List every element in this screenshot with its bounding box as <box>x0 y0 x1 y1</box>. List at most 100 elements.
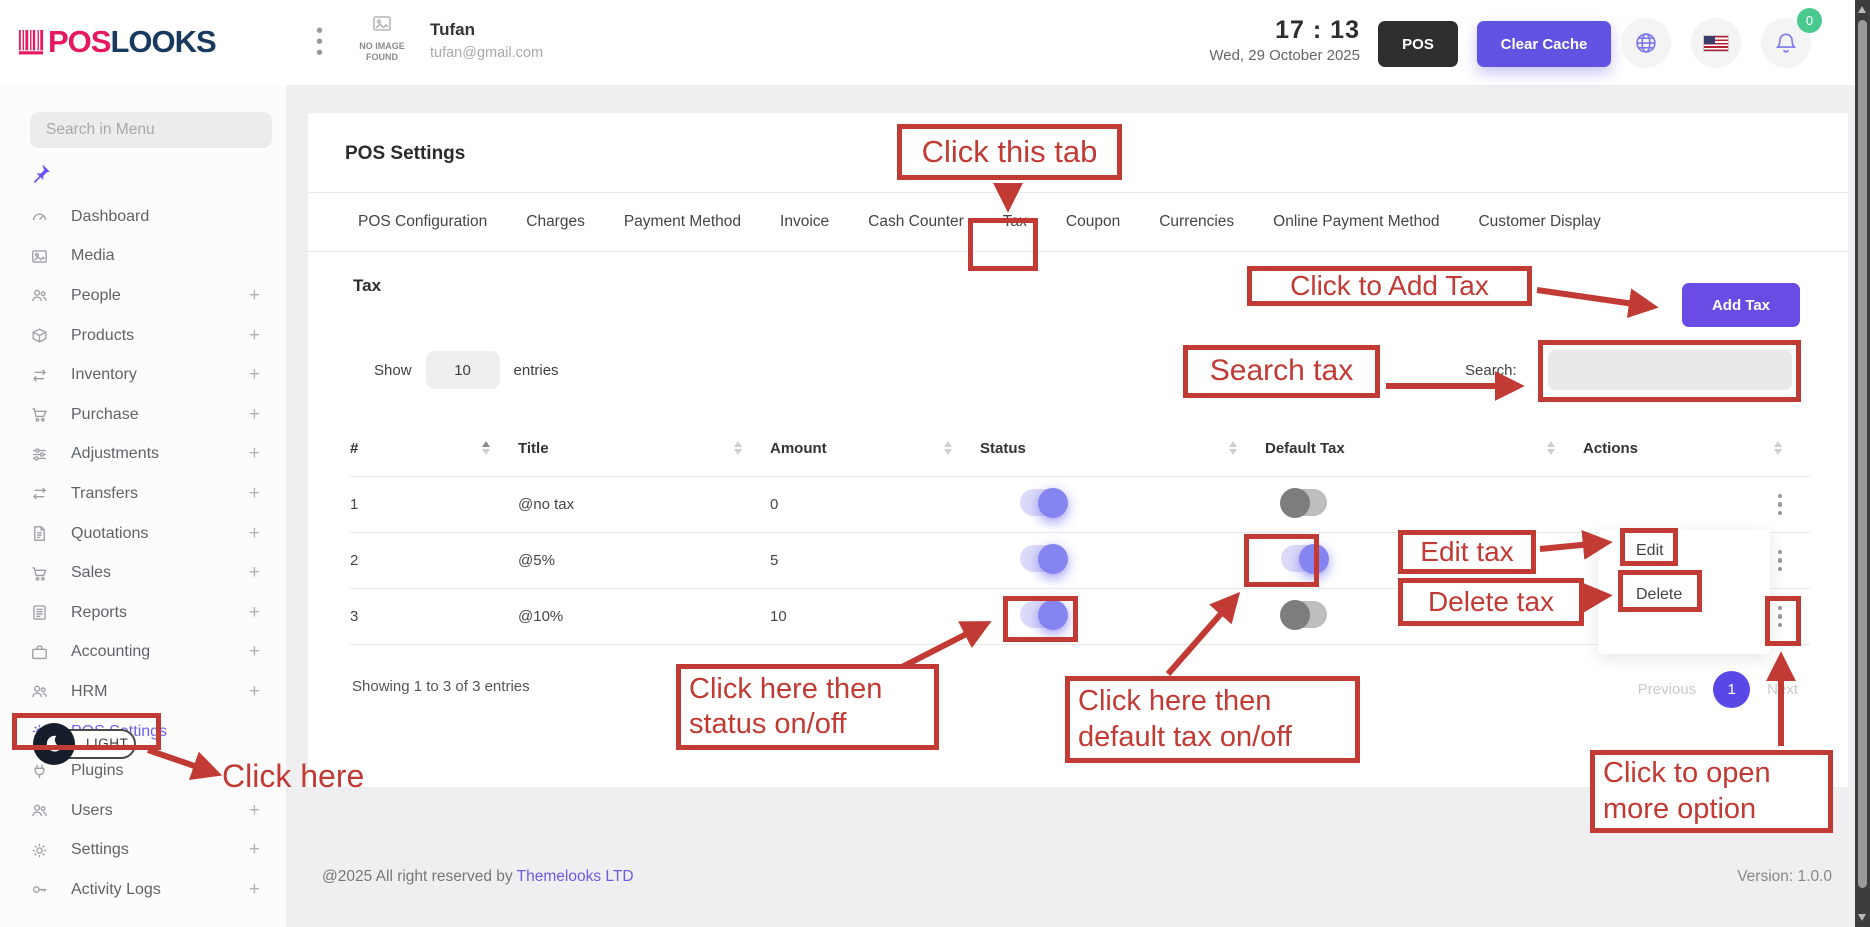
cart-icon <box>30 405 49 424</box>
sidebar-item-adjustments[interactable]: Adjustments+ <box>0 435 286 475</box>
col-default-tax[interactable]: Default Tax <box>1265 440 1345 457</box>
briefcase-icon <box>30 643 49 662</box>
expand-plus-icon[interactable]: + <box>249 364 260 386</box>
expand-plus-icon[interactable]: + <box>249 641 260 663</box>
settings-tabs: POS Configuration Charges Payment Method… <box>308 193 1848 252</box>
tab-currencies[interactable]: Currencies <box>1159 213 1234 231</box>
sidebar-item-activity-logs[interactable]: Activity Logs+ <box>0 870 286 910</box>
sort-icon[interactable] <box>482 441 490 455</box>
user-name: Tufan <box>430 20 475 40</box>
media-icon <box>30 247 49 266</box>
col-actions[interactable]: Actions <box>1583 440 1638 457</box>
photo-placeholder-icon <box>367 12 397 36</box>
sidebar-item-reports[interactable]: Reports+ <box>0 593 286 633</box>
default-tax-toggle[interactable] <box>1281 489 1327 516</box>
expand-plus-icon[interactable]: + <box>249 285 260 307</box>
scroll-down-icon[interactable] <box>1858 914 1866 921</box>
sidebar-item-dashboard[interactable]: Dashboard <box>0 197 286 237</box>
table-row: 2 @5% 5 <box>350 533 1810 589</box>
expand-plus-icon[interactable]: + <box>249 404 260 426</box>
sidebar-item-accounting[interactable]: Accounting+ <box>0 633 286 673</box>
sort-icon[interactable] <box>944 441 952 455</box>
pagination-page-1[interactable]: 1 <box>1713 671 1750 708</box>
scroll-up-icon[interactable] <box>1858 6 1866 13</box>
col-amount[interactable]: Amount <box>770 440 827 457</box>
expand-plus-icon[interactable]: + <box>249 839 260 861</box>
col-title[interactable]: Title <box>518 440 549 457</box>
locale-flag-button[interactable] <box>1691 18 1741 68</box>
sidebar-item-inventory[interactable]: Inventory+ <box>0 355 286 395</box>
sidebar-item-products[interactable]: Products+ <box>0 316 286 356</box>
sidebar-item-sales[interactable]: Sales+ <box>0 553 286 593</box>
col-status[interactable]: Status <box>980 440 1026 457</box>
annotation-more-option: Click to open more option <box>1590 750 1833 833</box>
pin-icon[interactable] <box>30 161 52 185</box>
status-toggle[interactable] <box>1020 545 1066 572</box>
sidebar-item-settings[interactable]: Settings+ <box>0 831 286 871</box>
tab-pos-configuration[interactable]: POS Configuration <box>358 213 487 231</box>
expand-plus-icon[interactable]: + <box>249 523 260 545</box>
footer-version: Version: 1.0.0 <box>1737 868 1832 886</box>
sidebar-search-input[interactable] <box>30 112 272 148</box>
annotation-search-tax: Search tax <box>1183 345 1380 398</box>
sidebar-item-quotations[interactable]: Quotations+ <box>0 514 286 554</box>
users-icon <box>30 286 49 305</box>
expand-plus-icon[interactable]: + <box>249 483 260 505</box>
expand-plus-icon[interactable]: + <box>249 325 260 347</box>
sidebar-item-users[interactable]: Users+ <box>0 791 286 831</box>
tab-customer-display[interactable]: Customer Display <box>1478 213 1600 231</box>
row-num: 3 <box>350 608 518 625</box>
row-actions-kebab-icon[interactable] <box>1772 546 1789 576</box>
sidebar-item-hrm[interactable]: HRM+ <box>0 672 286 712</box>
expand-plus-icon[interactable]: + <box>249 800 260 822</box>
language-globe-button[interactable] <box>1621 18 1671 68</box>
add-tax-button[interactable]: Add Tax <box>1682 283 1800 327</box>
expand-plus-icon[interactable]: + <box>249 562 260 584</box>
scrollbar-thumb[interactable] <box>1858 20 1867 888</box>
col-num[interactable]: # <box>350 440 358 457</box>
sort-icon[interactable] <box>1774 441 1782 455</box>
table-summary: Showing 1 to 3 of 3 entries <box>352 678 530 695</box>
tab-charges[interactable]: Charges <box>526 213 585 231</box>
expand-plus-icon[interactable]: + <box>249 879 260 901</box>
date-value: Wed, 29 October 2025 <box>1150 47 1360 64</box>
box-icon <box>30 326 49 345</box>
expand-plus-icon[interactable]: + <box>249 443 260 465</box>
pagination-next[interactable]: Next <box>1767 681 1798 698</box>
app-logo[interactable]: POSLOOKS <box>18 24 216 60</box>
tab-coupon[interactable]: Coupon <box>1066 213 1120 231</box>
globe-icon <box>1633 30 1659 56</box>
annotation-status-toggle: Click here then status on/off <box>676 664 939 750</box>
sidebar-item-transfers[interactable]: Transfers+ <box>0 474 286 514</box>
show-label: Show <box>374 362 412 379</box>
sidebar-item-media[interactable]: Media <box>0 237 286 277</box>
status-toggle[interactable] <box>1020 489 1066 516</box>
pos-button[interactable]: POS <box>1378 21 1458 67</box>
clock: 17 : 13 Wed, 29 October 2025 <box>1150 16 1360 64</box>
avatar[interactable]: NO IMAGE FOUND <box>352 12 412 64</box>
annotation-box-pos-settings <box>12 713 161 750</box>
sidebar-item-people[interactable]: People+ <box>0 276 286 316</box>
sidebar-item-purchase[interactable]: Purchase+ <box>0 395 286 435</box>
tab-payment-method[interactable]: Payment Method <box>624 213 741 231</box>
row-title: @no tax <box>518 496 770 513</box>
expand-plus-icon[interactable]: + <box>249 602 260 624</box>
sort-icon[interactable] <box>734 441 742 455</box>
tab-invoice[interactable]: Invoice <box>780 213 829 231</box>
header-menu-kebab-icon[interactable]: ••• <box>316 26 323 59</box>
clear-cache-button[interactable]: Clear Cache <box>1477 21 1611 67</box>
expand-plus-icon[interactable]: + <box>249 681 260 703</box>
tab-cash-counter[interactable]: Cash Counter <box>868 213 964 231</box>
page-scrollbar[interactable] <box>1855 0 1870 927</box>
row-actions-kebab-icon[interactable] <box>1772 490 1789 520</box>
entries-select[interactable]: 10 <box>426 351 500 389</box>
arrows-icon <box>30 484 49 503</box>
pagination-previous[interactable]: Previous <box>1638 681 1696 698</box>
themelooks-link[interactable]: Themelooks LTD <box>517 868 634 885</box>
annotation-box-default-toggle <box>1244 534 1319 587</box>
default-tax-toggle[interactable] <box>1281 601 1327 628</box>
sort-icon[interactable] <box>1229 441 1237 455</box>
tab-online-payment-method[interactable]: Online Payment Method <box>1273 213 1439 231</box>
sort-icon[interactable] <box>1547 441 1555 455</box>
app-root: POSLOOKS ••• NO IMAGE FOUND Tufan tufan@… <box>0 0 1870 927</box>
